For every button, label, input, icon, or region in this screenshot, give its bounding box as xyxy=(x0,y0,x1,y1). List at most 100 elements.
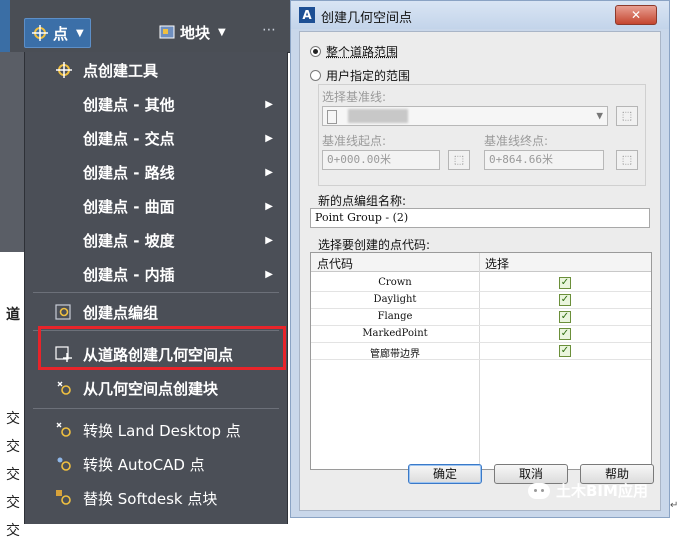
points-dropdown-menu: 点创建工具 创建点 - 其他 ▶ 创建点 - 交点 ▶ 创建点 - 路线 ▶ 创… xyxy=(24,52,288,524)
point-code: 管廊带边界 xyxy=(311,345,479,360)
point-group-icon xyxy=(55,303,73,321)
baseline-start-field[interactable]: 0+000.00米 xyxy=(322,150,440,170)
menu-item-create-points-misc[interactable]: 创建点 - 其他 ▶ xyxy=(25,88,287,120)
baseline-start-label: 基准线起点: xyxy=(322,132,386,149)
chevron-right-icon: ▶ xyxy=(265,201,273,212)
replace-blocks-icon xyxy=(55,489,73,507)
pick-end-button[interactable]: ⬚ xyxy=(616,150,638,170)
group-name-label: 新的点编组名称: xyxy=(318,192,406,209)
point-group-name-input[interactable]: Point Group - (2) xyxy=(310,208,650,228)
select-checkbox[interactable]: ✓ xyxy=(559,311,571,323)
clipped-text: 交 xyxy=(6,492,20,512)
dialog-client-area: 整个道路范围 用户指定的范围 选择基准线: ▼ ⬚ 基准线起点: 0+000.0… xyxy=(299,31,661,511)
menu-item-create-points-interpolate[interactable]: 创建点 - 内插 ▶ xyxy=(25,258,287,290)
radio-entire-corridor-label[interactable]: 整个道路范围 xyxy=(326,43,398,60)
select-checkbox[interactable]: ✓ xyxy=(559,294,571,306)
clipped-text: 交 xyxy=(6,464,20,484)
menu-separator xyxy=(33,292,279,293)
chevron-right-icon: ▶ xyxy=(265,269,273,280)
point-tools-icon xyxy=(55,61,73,79)
baseline-dropdown[interactable]: ▼ xyxy=(322,106,608,126)
point-code: MarkedPoint xyxy=(311,328,479,339)
clipped-text: 道 xyxy=(6,304,20,324)
clipped-text: 交 xyxy=(6,436,20,456)
menu-item-create-points-intersection[interactable]: 创建点 - 交点 ▶ xyxy=(25,122,287,154)
autocad-app-icon: A xyxy=(299,7,315,23)
chevron-right-icon: ▶ xyxy=(265,167,273,178)
parcel-icon xyxy=(158,23,176,41)
point-blocks-icon xyxy=(55,379,73,397)
close-button[interactable]: ✕ xyxy=(615,5,657,25)
menu-item-create-points-slope[interactable]: 创建点 - 坡度 ▶ xyxy=(25,224,287,256)
table-row[interactable]: Daylight ✓ xyxy=(311,292,651,309)
radio-user-specified[interactable] xyxy=(310,70,321,81)
menu-item-label: 创建点 - 其他 xyxy=(83,94,175,115)
highlight-box xyxy=(38,326,286,370)
alignment-swatch xyxy=(327,110,337,124)
baseline-end-label: 基准线终点: xyxy=(484,132,548,149)
return-mark-icon: ↵ xyxy=(670,500,678,511)
menu-item-label: 创建点 - 交点 xyxy=(83,128,175,149)
dialog-title: 创建几何空间点 xyxy=(321,7,412,26)
points-ribbon-label: 点 xyxy=(53,23,68,44)
convert-points-icon xyxy=(55,421,73,439)
create-geometry-points-dialog: A 创建几何空间点 ✕ 整个道路范围 用户指定的范围 选择基准线: ▼ ⬚ 基准… xyxy=(290,0,670,518)
table-row[interactable]: MarkedPoint ✓ xyxy=(311,326,651,343)
baseline-end-field[interactable]: 0+864.66米 xyxy=(484,150,604,170)
dialog-titlebar[interactable]: A 创建几何空间点 ✕ xyxy=(291,1,669,29)
pick-start-button[interactable]: ⬚ xyxy=(448,150,470,170)
table-row[interactable]: Crown ✓ xyxy=(311,275,651,292)
table-header: 点代码 选择 xyxy=(311,253,651,272)
surfaces-ribbon-button[interactable]: 地块 ▼ xyxy=(158,18,226,46)
blurred-baseline-name xyxy=(348,109,408,123)
menu-item-create-points-surface[interactable]: 创建点 - 曲面 ▶ xyxy=(25,190,287,222)
menu-item-replace-softdesk-point-blocks[interactable]: 替换 Softdesk 点块 xyxy=(25,482,287,514)
menu-item-create-blocks-from-points[interactable]: 从几何空间点创建块 xyxy=(25,372,287,404)
menu-item-label: 转换 Land Desktop 点 xyxy=(83,420,241,441)
chevron-down-icon: ▼ xyxy=(596,107,603,125)
points-ribbon-button[interactable]: 点 ▼ xyxy=(24,18,91,48)
menu-item-label: 转换 AutoCAD 点 xyxy=(83,454,205,475)
wechat-icon xyxy=(528,483,550,499)
select-checkbox[interactable]: ✓ xyxy=(559,328,571,340)
select-baseline-label: 选择基准线: xyxy=(322,88,386,105)
menu-separator xyxy=(33,408,279,409)
point-icon xyxy=(31,24,49,42)
chevron-down-icon: ▼ xyxy=(76,28,84,39)
point-codes-table: 点代码 选择 Crown ✓ Daylight ✓ Flange ✓ Marke… xyxy=(310,252,652,470)
menu-item-label: 从几何空间点创建块 xyxy=(83,378,218,399)
menu-item-convert-land-desktop-points[interactable]: 转换 Land Desktop 点 xyxy=(25,414,287,446)
chevron-right-icon: ▶ xyxy=(265,133,273,144)
select-checkbox[interactable]: ✓ xyxy=(559,345,571,357)
table-row[interactable]: Flange ✓ xyxy=(311,309,651,326)
ribbon: 点 ▼ 地块 ▼ ⋯ xyxy=(0,0,290,53)
chevron-down-icon: ▼ xyxy=(218,27,226,38)
pick-baseline-button[interactable]: ⬚ xyxy=(616,106,638,126)
menu-item-convert-autocad-points[interactable]: 转换 AutoCAD 点 xyxy=(25,448,287,480)
ok-button[interactable]: 确定 xyxy=(408,464,482,484)
select-checkbox[interactable]: ✓ xyxy=(559,277,571,289)
point-code: Flange xyxy=(311,311,479,322)
ribbon-strip xyxy=(0,0,10,52)
codes-label: 选择要创建的点代码: xyxy=(318,236,430,253)
menu-item-label: 点创建工具 xyxy=(83,60,158,81)
menu-header-point-tools[interactable]: 点创建工具 xyxy=(25,54,287,86)
clipped-text: 交 xyxy=(6,408,20,428)
table-row[interactable]: 管廊带边界 ✓ xyxy=(311,343,651,360)
point-code: Crown xyxy=(311,277,479,288)
point-code: Daylight xyxy=(311,294,479,305)
more-tools-icon[interactable]: ⋯ xyxy=(262,22,276,38)
radio-user-specified-label[interactable]: 用户指定的范围 xyxy=(326,67,410,84)
menu-item-label: 替换 Softdesk 点块 xyxy=(83,488,217,509)
convert-autocad-icon xyxy=(55,455,73,473)
column-header-code[interactable]: 点代码 xyxy=(317,255,353,272)
radio-entire-corridor[interactable] xyxy=(310,46,321,57)
surfaces-ribbon-label: 地块 xyxy=(180,22,210,43)
menu-item-create-points-alignment[interactable]: 创建点 - 路线 ▶ xyxy=(25,156,287,188)
chevron-right-icon: ▶ xyxy=(265,235,273,246)
menu-item-label: 创建点 - 曲面 xyxy=(83,196,175,217)
chevron-right-icon: ▶ xyxy=(265,99,273,110)
column-header-select[interactable]: 选择 xyxy=(485,255,509,272)
watermark-text: 土木BIM应用 xyxy=(556,480,648,501)
menu-item-create-point-group[interactable]: 创建点编组 xyxy=(25,296,287,328)
